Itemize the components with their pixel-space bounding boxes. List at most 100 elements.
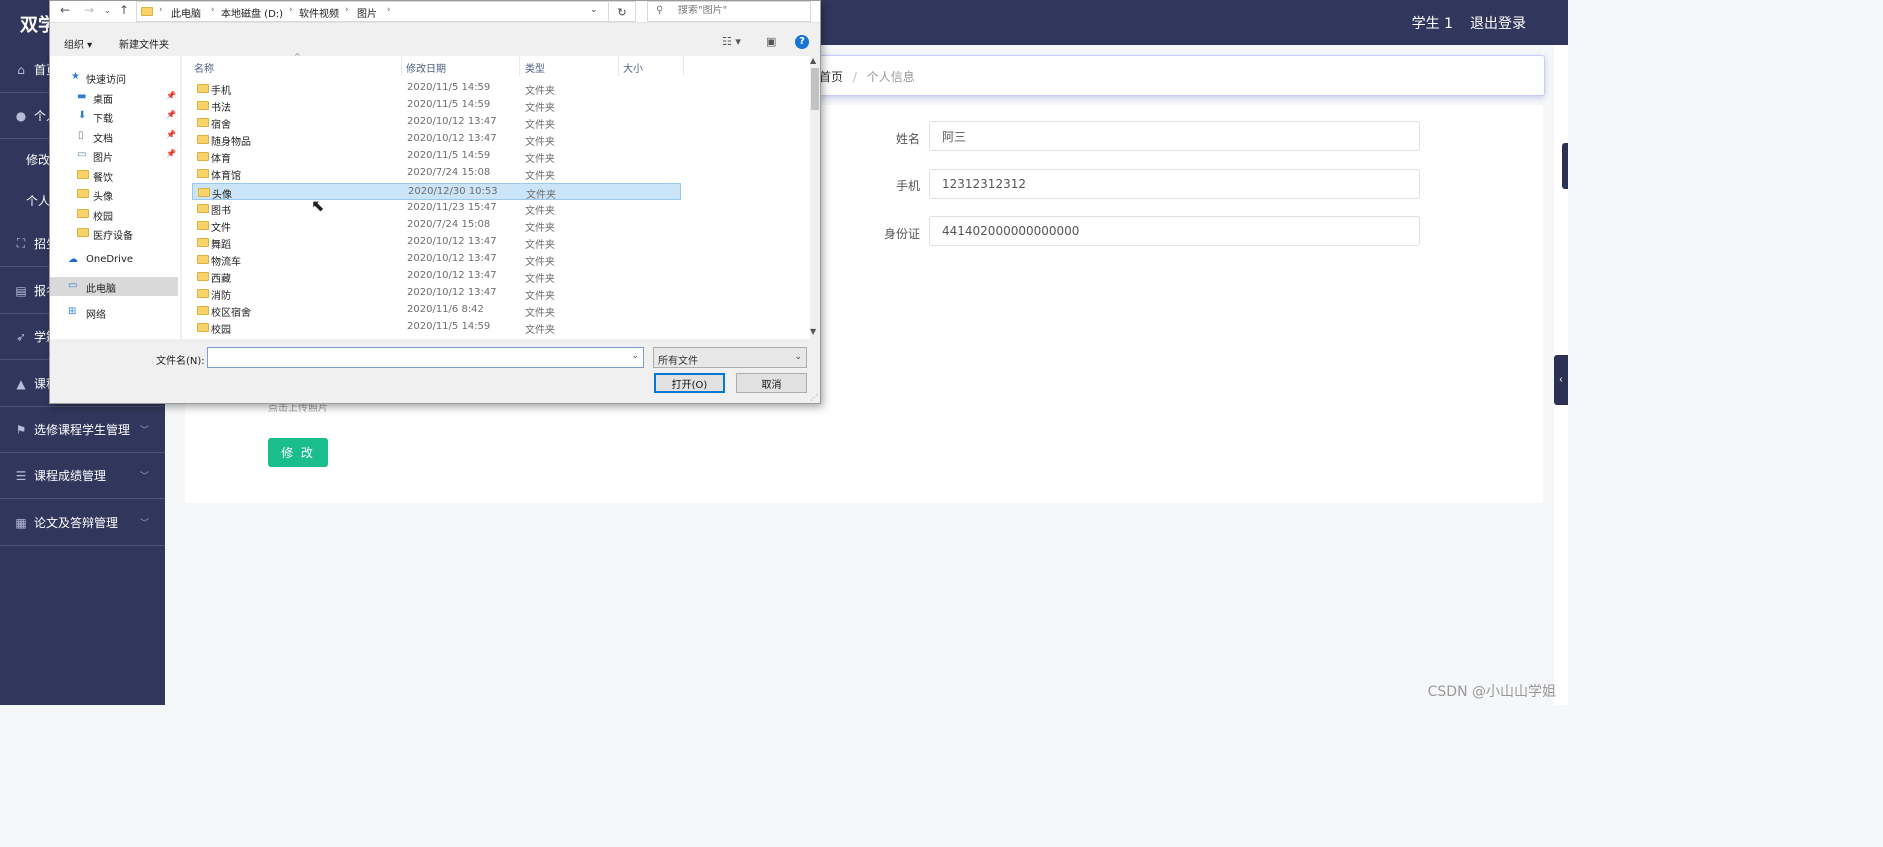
sidebar-item-thesis[interactable]: ▦ 论文及答辩管理 ﹀ bbox=[0, 500, 165, 546]
column-header-size[interactable]: 大小 bbox=[619, 56, 684, 76]
search-input[interactable] bbox=[678, 5, 803, 16]
scroll-thumb[interactable] bbox=[811, 68, 819, 110]
file-date: 2020/10/12 13:47 bbox=[407, 236, 497, 247]
folder-icon bbox=[77, 169, 89, 180]
file-date: 2020/11/5 14:59 bbox=[407, 150, 491, 161]
mouse-cursor-icon: ⬉ bbox=[311, 198, 325, 215]
nav-item-label: 医疗设备 bbox=[93, 231, 133, 242]
phone-input[interactable] bbox=[929, 169, 1420, 199]
column-header-date[interactable]: 修改日期 bbox=[402, 56, 520, 76]
clipboard-icon: ▤ bbox=[15, 283, 27, 298]
path-segment[interactable]: 图片 bbox=[357, 5, 377, 20]
file-list-scrollbar[interactable]: ▲ ▼ bbox=[810, 56, 820, 339]
file-row[interactable]: 体育 2020/11/5 14:59 文件夹 bbox=[192, 148, 681, 165]
nav-item-folder-dining[interactable]: 餐饮 bbox=[50, 166, 178, 185]
name-input[interactable] bbox=[929, 121, 1420, 151]
sidebar-subitem-personal[interactable]: 个人 bbox=[26, 192, 50, 209]
search-box[interactable]: ⚲ bbox=[647, 1, 811, 22]
right-collapse-tab[interactable] bbox=[1562, 143, 1568, 189]
nav-item-quick-access[interactable]: ★ 快速访问 bbox=[50, 68, 178, 87]
file-row-selected[interactable]: 头像 2020/12/30 10:53 文件夹 bbox=[192, 183, 681, 201]
sidebar-item-elective-students[interactable]: ⚑ 选修课程学生管理 ﹀ bbox=[0, 407, 165, 453]
file-row[interactable]: 手机 2020/11/5 14:59 文件夹 bbox=[192, 80, 681, 97]
file-name: 校区宿舍 bbox=[211, 308, 251, 319]
nav-item-downloads[interactable]: ⬇ 下载 📌 bbox=[50, 107, 178, 126]
pin-icon: 📌 bbox=[166, 91, 176, 100]
organize-button[interactable]: 组织 ▾ bbox=[64, 36, 92, 51]
chevron-down-icon[interactable]: ⌄ bbox=[631, 351, 639, 361]
sidebar-subitem-modify[interactable]: 修改 bbox=[26, 151, 50, 168]
file-name: 随身物品 bbox=[211, 137, 251, 148]
computer-icon: ▭ bbox=[68, 280, 78, 291]
column-header-type[interactable]: 类型 bbox=[520, 56, 619, 76]
nav-item-label: 图片 bbox=[93, 153, 113, 164]
preview-pane-icon[interactable]: ▣ bbox=[766, 35, 776, 48]
back-icon[interactable]: ← bbox=[60, 3, 70, 17]
nav-item-folder-medical[interactable]: 医疗设备 bbox=[50, 224, 178, 243]
path-segment[interactable]: 此电脑 bbox=[171, 5, 201, 20]
nav-item-folder-campus[interactable]: 校园 bbox=[50, 205, 178, 224]
file-row[interactable]: 校区宿舍 2020/11/6 8:42 文件夹 bbox=[192, 302, 681, 319]
address-bar[interactable]: › 此电脑 › 本地磁盘 (D:) › 软件视频 › 图片 › ⌄ ↻ bbox=[136, 1, 636, 23]
file-type: 文件夹 bbox=[525, 274, 555, 285]
idcard-label: 身份证 bbox=[883, 227, 920, 241]
new-folder-button[interactable]: 新建文件夹 bbox=[119, 36, 169, 51]
scroll-down-icon[interactable]: ▼ bbox=[810, 327, 816, 336]
folder-icon bbox=[77, 227, 89, 238]
nav-item-onedrive[interactable]: ☁ OneDrive bbox=[50, 251, 178, 270]
sidebar-item-label: 课程成绩管理 bbox=[34, 469, 107, 483]
right-expand-tab[interactable]: ‹ bbox=[1554, 355, 1568, 405]
idcard-input[interactable] bbox=[929, 216, 1420, 246]
nav-item-documents[interactable]: ▯ 文档 📌 bbox=[50, 127, 178, 146]
folder-icon bbox=[197, 322, 209, 333]
filename-input[interactable] bbox=[208, 348, 623, 367]
file-row[interactable]: 书法 2020/11/5 14:59 文件夹 bbox=[192, 97, 681, 114]
column-header-name[interactable]: 名称 bbox=[192, 56, 402, 76]
path-segment[interactable]: 软件视频 bbox=[299, 5, 339, 20]
pin-icon: 📌 bbox=[166, 110, 176, 119]
up-icon[interactable]: ↑ bbox=[119, 3, 129, 17]
forward-icon[interactable]: → bbox=[84, 3, 94, 17]
folder-icon bbox=[197, 305, 209, 316]
modify-button[interactable]: 修 改 bbox=[268, 438, 328, 467]
nav-item-pictures[interactable]: ▭ 图片 📌 bbox=[50, 146, 178, 165]
sidebar-item-grades[interactable]: ☰ 课程成绩管理 ﹀ bbox=[0, 453, 165, 499]
watermark: CSDN @小山山学姐 bbox=[1427, 684, 1556, 700]
recent-dropdown-icon[interactable]: ⌄ bbox=[104, 6, 111, 15]
path-segment[interactable]: 本地磁盘 (D:) bbox=[221, 5, 283, 20]
file-row[interactable]: 图书 2020/11/23 15:47 文件夹 bbox=[192, 200, 681, 217]
file-type-filter[interactable]: 所有文件 ⌄ bbox=[653, 347, 807, 368]
scroll-up-icon[interactable]: ▲ bbox=[810, 56, 816, 65]
file-name: 体育馆 bbox=[211, 171, 241, 182]
file-name: 舞蹈 bbox=[211, 240, 231, 251]
file-type: 文件夹 bbox=[525, 86, 555, 97]
view-options-icon[interactable]: ☷ ▾ bbox=[722, 35, 741, 48]
file-row[interactable]: 舞蹈 2020/10/12 13:47 文件夹 bbox=[192, 234, 681, 251]
nav-item-this-pc[interactable]: ▭ 此电脑 bbox=[50, 277, 178, 296]
nav-item-network[interactable]: ⊞ 网络 bbox=[50, 303, 178, 322]
open-button[interactable]: 打开(O) bbox=[654, 373, 725, 393]
folder-icon bbox=[197, 220, 209, 231]
file-row[interactable]: 随身物品 2020/10/12 13:47 文件夹 bbox=[192, 131, 681, 148]
breadcrumb-home[interactable]: 首页 bbox=[819, 70, 843, 84]
file-row[interactable]: 校园 2020/11/5 14:59 文件夹 bbox=[192, 319, 681, 336]
help-icon[interactable]: ? bbox=[795, 35, 809, 49]
file-date: 2020/10/12 13:47 bbox=[407, 270, 497, 281]
file-row[interactable]: 消防 2020/10/12 13:47 文件夹 bbox=[192, 285, 681, 302]
resize-grip-icon[interactable]: ⋰ bbox=[810, 393, 818, 402]
cancel-button[interactable]: 取消 bbox=[736, 373, 807, 393]
nav-item-desktop[interactable]: ▬ 桌面 📌 bbox=[50, 88, 178, 107]
refresh-icon[interactable]: ↻ bbox=[608, 2, 635, 23]
file-row[interactable]: 物流车 2020/10/12 13:47 文件夹 bbox=[192, 251, 681, 268]
nav-item-folder-avatar[interactable]: 头像 bbox=[50, 185, 178, 204]
file-name: 物流车 bbox=[211, 257, 241, 268]
file-row[interactable]: 文件 2020/7/24 15:08 文件夹 bbox=[192, 217, 681, 234]
filename-field[interactable]: ⌄ bbox=[207, 347, 644, 368]
file-date: 2020/10/12 13:47 bbox=[407, 116, 497, 127]
chevron-down-icon[interactable]: ⌄ bbox=[590, 5, 598, 15]
file-row[interactable]: 宿舍 2020/10/12 13:47 文件夹 bbox=[192, 114, 681, 131]
file-row[interactable]: 体育馆 2020/7/24 15:08 文件夹 bbox=[192, 165, 681, 182]
file-row[interactable]: 西藏 2020/10/12 13:47 文件夹 bbox=[192, 268, 681, 285]
logout-link[interactable]: 退出登录 bbox=[1470, 13, 1526, 33]
filename-label: 文件名(N): bbox=[156, 356, 205, 367]
